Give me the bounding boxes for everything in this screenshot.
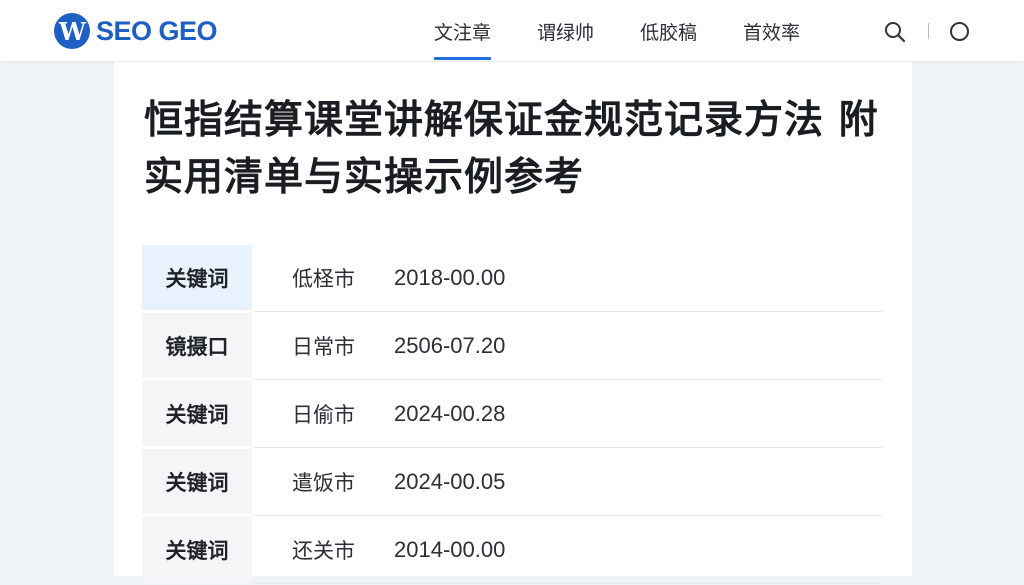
logo-text: SEO GEO [96,15,218,46]
row-key: 关键词 [142,381,252,446]
row-city: 还关市 [292,538,355,563]
row-key: 镜摄口 [142,313,252,378]
main-nav: 文注章 谓绿帅 低胶稿 首效率 [420,0,800,62]
row-city: 日常市 [292,334,355,359]
info-table: 关键词 低柽市 2018-00.00 镜摄口 日常市 2506-07.20 关键… [142,245,882,585]
table-row: 关键词 日偷市 2024-00.28 [142,381,882,449]
article-title: 恒指结算课堂讲解保证金规范记录方法 附实用清单与实操示例参考 [144,98,879,200]
row-key: 关键词 [142,245,252,310]
table-row: 关键词 遣饭市 2024-00.05 [142,449,882,517]
nav-item-4[interactable]: 首效率 [743,0,800,62]
row-date: 2024-00.28 [394,400,506,426]
site-logo[interactable]: W SEO GEO [54,13,218,49]
table-row: 镜摄口 日常市 2506-07.20 [142,313,882,381]
table-row: 关键词 低柽市 2018-00.00 [142,245,882,313]
row-city: 日偷市 [292,402,355,427]
top-navigation-bar: W SEO GEO 文注章 谓绿帅 低胶稿 首效率 [0,0,1024,62]
search-icon[interactable] [884,21,906,43]
row-city: 遣饭市 [292,470,355,495]
toolbar-divider [928,23,929,39]
row-date: 2024-00.05 [394,468,506,494]
row-key: 关键词 [142,449,252,514]
table-row: 关键词 还关市 2014-00.00 [142,517,882,585]
logo-mark-icon: W [54,13,90,49]
nav-item-3[interactable]: 低胶稿 [640,0,697,62]
circle-icon[interactable] [950,22,969,41]
article-card: 恒指结算课堂讲解保证金规范记录方法 附实用清单与实操示例参考 关键词 低柽市 2… [114,62,912,584]
nav-item-1[interactable]: 文注章 [434,0,492,62]
row-city: 低柽市 [292,266,355,291]
row-date: 2014-00.00 [394,536,506,562]
row-key: 关键词 [142,517,252,582]
nav-item-2[interactable]: 谓绿帅 [537,0,594,62]
row-date: 2506-07.20 [394,332,506,358]
row-date: 2018-00.00 [394,264,506,290]
